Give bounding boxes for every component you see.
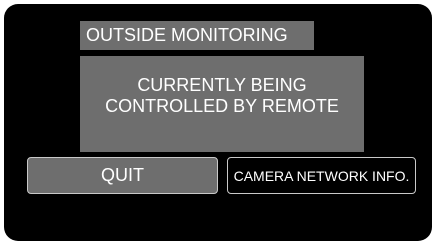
status-message-line-1: CURRENTLY BEING	[137, 75, 307, 95]
status-message-line-2: CONTROLLED BY REMOTE	[105, 96, 339, 116]
camera-screen: OUTSIDE MONITORING CURRENTLY BEING CONTR…	[4, 4, 432, 241]
status-message-panel: CURRENTLY BEING CONTROLLED BY REMOTE	[80, 56, 364, 152]
camera-network-info-button[interactable]: CAMERA NETWORK INFO.	[227, 157, 416, 194]
quit-button[interactable]: QUIT	[27, 157, 218, 194]
screen-title: OUTSIDE MONITORING	[80, 21, 314, 50]
